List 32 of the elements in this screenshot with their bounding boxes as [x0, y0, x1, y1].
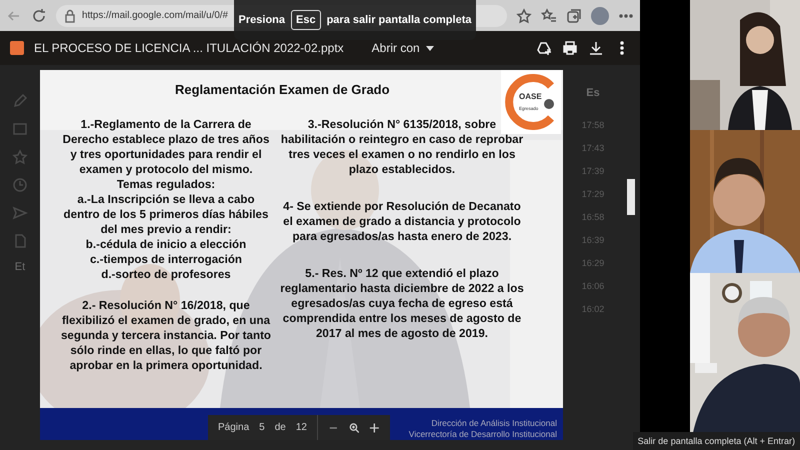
notice-text: para salir pantalla completa	[326, 14, 472, 26]
slide-text: b.-cédula de inicio a elección	[84, 237, 248, 252]
time-label: 16:02	[582, 304, 604, 314]
slide-text: 5.- Res. Nº 12 que extendió el plazo reglamentario hasta diciembre de 2022 a los egresados/as cuya fecha de egreso está comprendida entre los meses de agosto de 2017 al mes de agosto de 2019.	[279, 266, 525, 341]
footer-text: Dirección de Análisis Institucional	[431, 418, 557, 429]
slide-text: c.-tiempos de interrogación	[88, 252, 244, 267]
sidebar-label: Et	[14, 261, 26, 273]
page-separator: de	[274, 422, 286, 433]
time-label: 17:58	[582, 120, 604, 130]
slide-title: Reglamentación Examen de Grado	[175, 82, 390, 97]
footer-text: Vicerrectoría de Desarrollo Institucional	[408, 429, 557, 440]
time-label: 16:58	[582, 212, 604, 222]
notice-text: Presiona	[238, 14, 285, 26]
column-header: Es	[586, 87, 600, 99]
page-label: Página	[218, 422, 250, 433]
time-label: 16:06	[582, 281, 604, 291]
tooltip: Salir de pantalla completa (Alt + Entrar)	[632, 432, 800, 450]
slide-text: 4- Se extiende por Resolución de Decanato el examen de grado a distancia y protocolo para egresados/as hasta enero de 2023.	[282, 199, 522, 244]
slide-text: Temas regulados:	[116, 177, 216, 192]
time-label: 17:39	[582, 166, 604, 176]
time-label: 17:29	[582, 189, 604, 199]
time-label: 16:39	[582, 235, 604, 245]
time-label: 17:43	[582, 143, 604, 153]
page-total: 12	[296, 422, 307, 433]
file-title: EL PROCESO DE LICENCIA ... ITULACIÓN 2022-02.pptx	[34, 41, 344, 55]
key-label: Esc	[291, 10, 321, 30]
slide-text: d.-sorteo de profesores	[100, 267, 232, 282]
slide-text: a.-La Inscripción se lleva a cabo dentro de los 5 primeros días hábiles del mes previo a rendir:	[62, 192, 270, 237]
url-text: https://mail.google.com/mail/u/0/#	[82, 10, 228, 21]
slide-text: 2.- Resolución N° 16/2018, que flexibilizó el examen de grado, en una segunda y tercera instancia. Por tanto sólo rinde en ellas, lo que faltó por aprobar en la primera oportunidad.	[60, 298, 272, 373]
slide-text: 1.-Reglamento de la Carrera de Derecho establece plazo de tres años y tres oportunidades para rendir el examen y protocolo del mismo.	[62, 117, 270, 177]
time-label: 16:29	[582, 258, 604, 268]
